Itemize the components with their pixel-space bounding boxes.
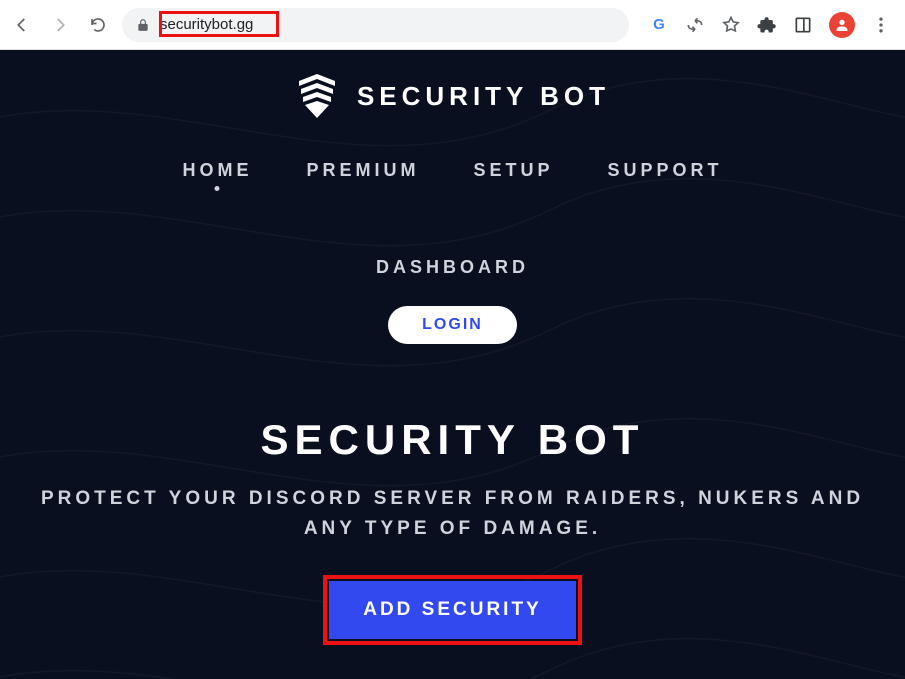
- profile-avatar[interactable]: [829, 12, 855, 38]
- hero-section: SECURITY BOT PROTECT YOUR DISCORD SERVER…: [0, 416, 905, 639]
- brand-title: SECURITY BOT: [357, 81, 610, 112]
- share-icon[interactable]: [685, 15, 705, 35]
- extensions-icon[interactable]: [757, 15, 777, 35]
- hero-title: SECURITY BOT: [30, 416, 875, 464]
- nav-home[interactable]: HOME: [182, 160, 252, 181]
- back-button[interactable]: [8, 11, 36, 39]
- star-icon[interactable]: [721, 15, 741, 35]
- address-bar[interactable]: securitybot.gg: [122, 8, 629, 42]
- forward-button[interactable]: [46, 11, 74, 39]
- page-body: SECURITY BOT HOME PREMIUM SETUP SUPPORT …: [0, 50, 905, 679]
- nav-premium[interactable]: PREMIUM: [306, 160, 419, 181]
- sidepanel-icon[interactable]: [793, 15, 813, 35]
- reload-button[interactable]: [84, 11, 112, 39]
- google-icon[interactable]: G: [649, 15, 669, 35]
- browser-toolbar: securitybot.gg G: [0, 0, 905, 50]
- menu-icon[interactable]: [871, 15, 891, 35]
- add-security-button[interactable]: ADD SECURITY: [329, 581, 576, 639]
- toolbar-right: G: [639, 12, 897, 38]
- hero-subtitle: PROTECT YOUR DISCORD SERVER FROM RAIDERS…: [30, 484, 875, 545]
- shield-logo-icon: [295, 72, 339, 120]
- main-nav: HOME PREMIUM SETUP SUPPORT DASHBOARD: [103, 160, 803, 278]
- lock-icon: [136, 18, 150, 32]
- nav-support[interactable]: SUPPORT: [608, 160, 723, 181]
- login-button[interactable]: LOGIN: [388, 306, 517, 344]
- url-text: securitybot.gg: [160, 16, 253, 33]
- brand-header: SECURITY BOT: [295, 72, 610, 120]
- nav-dashboard[interactable]: DASHBOARD: [376, 257, 529, 278]
- nav-setup[interactable]: SETUP: [473, 160, 553, 181]
